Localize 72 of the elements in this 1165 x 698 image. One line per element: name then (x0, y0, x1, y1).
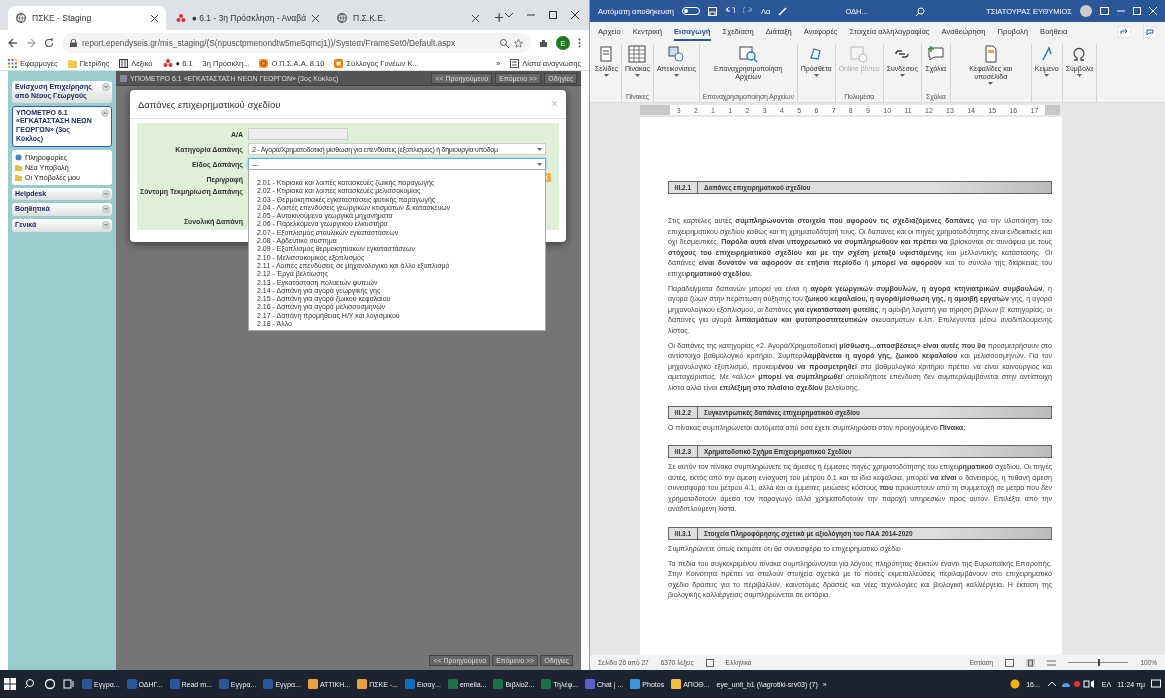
chevron-icon (102, 83, 110, 91)
app-icon (218, 679, 229, 689)
back-arrow-icon[interactable] (8, 38, 18, 48)
brush-icon[interactable] (778, 6, 788, 16)
chevron-icon (102, 205, 110, 214)
app-icon (671, 679, 682, 689)
browser-tab[interactable]: Π.Σ.Κ.Ε. (329, 6, 487, 30)
share-icon[interactable] (1117, 26, 1131, 38)
caret-icon (537, 147, 542, 151)
read-mode-icon[interactable] (1005, 658, 1015, 667)
folder-icon (67, 58, 77, 68)
proofing-icon[interactable] (705, 658, 714, 667)
chevron-icon (102, 221, 110, 229)
minimize-icon[interactable] (527, 11, 535, 19)
app-icon (405, 679, 415, 689)
profile-avatar[interactable]: E (556, 36, 570, 50)
page-icon (120, 74, 127, 82)
ring-logo-icon (259, 58, 269, 68)
app-icon (541, 679, 552, 689)
star-icon[interactable] (514, 38, 523, 48)
minimize-icon[interactable] (1117, 7, 1125, 15)
address-bar[interactable]: report.ependyseis.gr/mis_staging/(S(npusctpmenondtw5me5qmcj1))/System/FrameSet0/Default.aspx (62, 33, 531, 53)
ribbon-options-icon[interactable] (1100, 7, 1109, 15)
list-icon (510, 58, 520, 68)
app-icon (357, 679, 368, 689)
app-icon (447, 679, 458, 689)
close-icon[interactable] (471, 14, 479, 22)
browser-tab[interactable]: ΠΣΚΕ - Staging (8, 6, 166, 30)
app-icon (585, 679, 595, 689)
save-icon[interactable] (708, 6, 718, 16)
caret-icon (537, 162, 542, 166)
user-avatar[interactable] (1080, 5, 1092, 17)
app-icon (169, 679, 180, 689)
notifications-icon[interactable] (1151, 679, 1161, 689)
sun-icon (1010, 679, 1021, 689)
zoom-icon[interactable] (500, 38, 509, 48)
globe-icon (337, 13, 348, 23)
close-icon[interactable] (571, 11, 579, 19)
app-icon (126, 679, 137, 689)
globe-icon (16, 13, 26, 23)
dots-icon (175, 13, 186, 23)
close-icon[interactable] (150, 14, 158, 22)
app-icon (493, 679, 504, 689)
comments-icon[interactable] (1143, 26, 1157, 38)
collapse-icon (101, 108, 109, 117)
maximize-icon[interactable] (549, 11, 557, 19)
apps-grid-icon (8, 58, 17, 68)
caret-icon[interactable] (505, 12, 513, 18)
menu-icon[interactable] (578, 38, 581, 48)
browser-tab[interactable]: ● 6.1 - 3η Πρόσκληση - Αναβά (167, 6, 328, 30)
reload-icon[interactable] (44, 38, 54, 48)
dots-icon (162, 58, 173, 68)
app-icon (263, 679, 274, 689)
task-view-icon[interactable] (61, 678, 77, 690)
lock-icon (70, 39, 77, 47)
circle-icon[interactable] (42, 678, 58, 690)
app-icon (630, 679, 641, 689)
chevron-icon (102, 189, 110, 198)
zoom-slider-thumb[interactable] (1098, 659, 1101, 666)
undo-icon[interactable] (725, 6, 736, 16)
book-icon (119, 58, 129, 68)
redo-icon[interactable] (743, 6, 754, 16)
close-icon[interactable] (312, 14, 320, 22)
plus-icon[interactable] (494, 13, 503, 22)
app-icon (82, 679, 92, 689)
app-icon (307, 679, 318, 689)
search-icon[interactable] (915, 6, 925, 16)
puzzle-icon[interactable] (539, 38, 548, 48)
print-layout-icon[interactable] (1026, 658, 1036, 667)
windows-start-icon[interactable] (4, 678, 16, 690)
modal-title: Δαπάνες επιχειρηματικού σχεδίου (138, 98, 282, 110)
info-icon (15, 153, 22, 161)
